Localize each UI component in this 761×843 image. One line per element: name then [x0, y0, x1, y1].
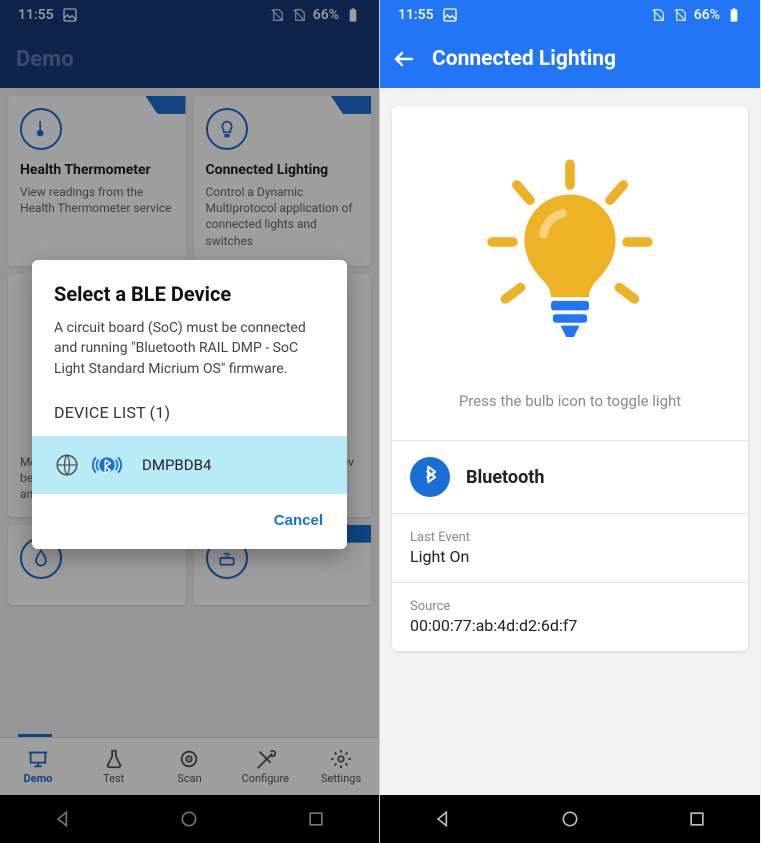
image-icon [442, 7, 458, 23]
source-section: Source 00:00:77:ab:4d:d2:6d:f7 [392, 582, 748, 651]
back-arrow-icon[interactable] [392, 47, 416, 71]
bluetooth-icon [410, 457, 450, 497]
no-sim-icon [650, 7, 666, 23]
back-icon[interactable] [433, 809, 453, 829]
battery-icon [726, 7, 742, 23]
app-bar: Connected Lighting [380, 30, 760, 88]
status-battery: 66% [694, 7, 720, 23]
status-bar: 11:55 66% [380, 0, 760, 30]
device-list-header: DEVICE LIST (1) [32, 393, 347, 436]
last-event-label: Last Event [410, 530, 730, 545]
dialog-description: A circuit board (SoC) must be connected … [32, 318, 347, 393]
home-icon[interactable] [560, 809, 580, 829]
bluetooth-broadcast-icon [90, 450, 124, 480]
main-panel: Press the bulb icon to toggle light Blue… [392, 106, 748, 651]
recent-icon[interactable] [687, 809, 707, 829]
source-label: Source [410, 599, 730, 614]
globe-icon [54, 452, 80, 478]
bluetooth-label: Bluetooth [466, 467, 544, 488]
lightbulb-toggle-icon[interactable] [475, 156, 665, 366]
last-event-section: Last Event Light On [392, 513, 748, 582]
last-event-value: Light On [410, 547, 730, 566]
instruction-text: Press the bulb icon to toggle light [459, 392, 681, 410]
device-row[interactable]: DMPBDB4 [32, 436, 347, 494]
status-time: 11:55 [398, 7, 434, 23]
ble-device-dialog: Select a BLE Device A circuit board (SoC… [32, 260, 347, 549]
cancel-button[interactable]: Cancel [274, 512, 323, 529]
device-name: DMPBDB4 [142, 456, 211, 474]
dialog-title: Select a BLE Device [32, 282, 347, 318]
page-title: Connected Lighting [432, 47, 616, 71]
no-sim-icon [672, 7, 688, 23]
bluetooth-section: Bluetooth [392, 440, 748, 513]
system-nav [380, 795, 760, 843]
source-value: 00:00:77:ab:4d:d2:6d:f7 [410, 616, 730, 635]
